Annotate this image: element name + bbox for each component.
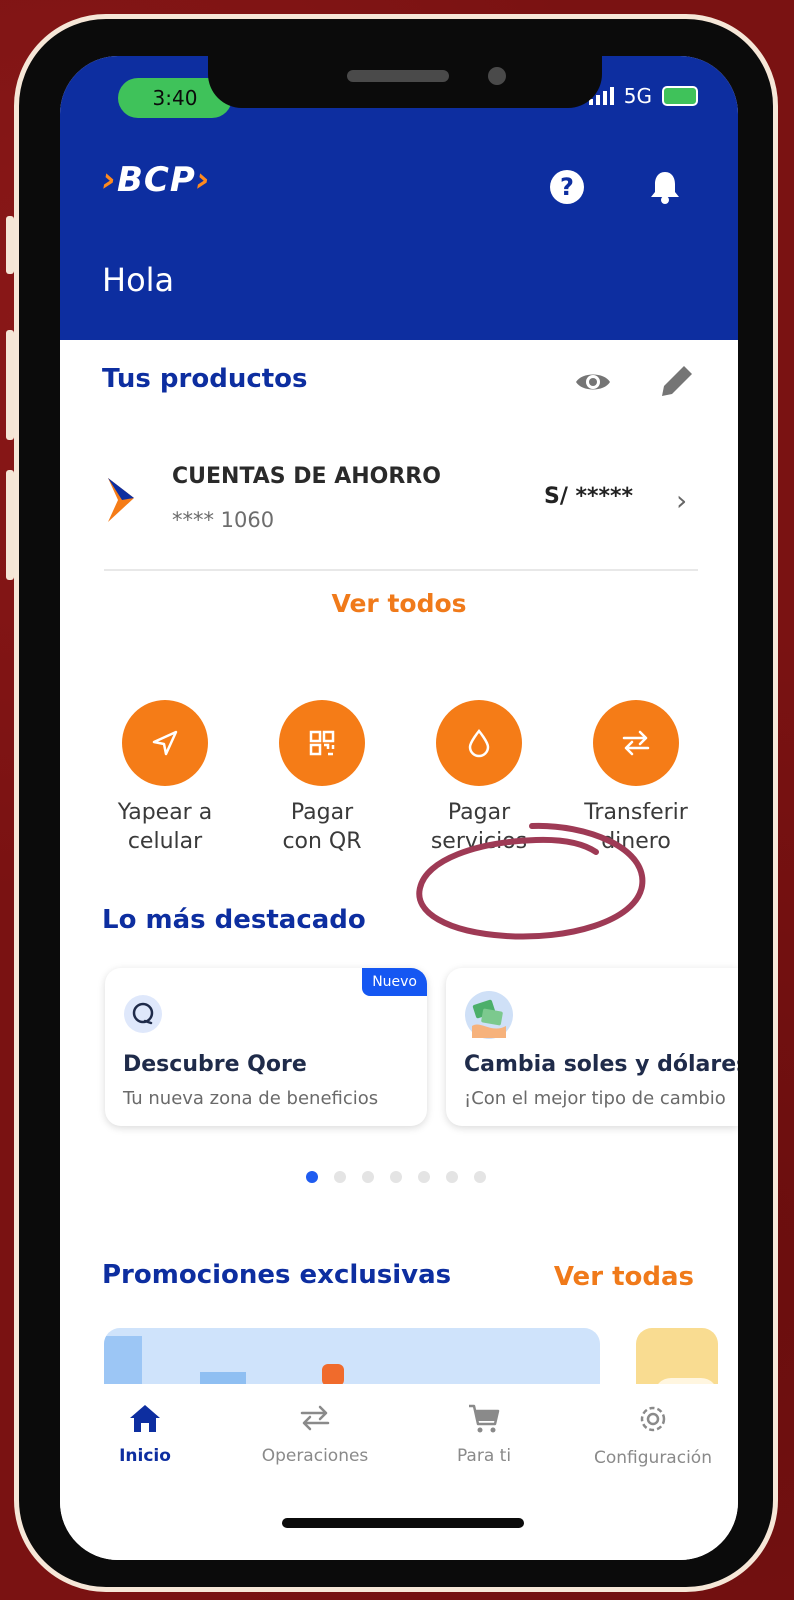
account-number: **** 1060 [172, 508, 275, 532]
battery-icon [662, 86, 698, 106]
pagination-dot-active[interactable] [306, 1171, 318, 1183]
tab-configuracion[interactable]: Configuración [578, 1402, 728, 1468]
transfer-icon [593, 700, 679, 786]
pencil-icon [662, 366, 692, 396]
pagination-dot[interactable] [474, 1171, 486, 1183]
edit-products-button[interactable] [658, 362, 694, 404]
notifications-button[interactable] [646, 168, 684, 206]
divider [104, 569, 698, 571]
speaker [347, 70, 449, 82]
action-label: celular [127, 829, 203, 854]
highlight-card[interactable]: Cambia soles y dólares ¡Con el mejor tip… [446, 968, 738, 1126]
side-button [6, 330, 14, 440]
tab-label: Inicio [119, 1446, 171, 1466]
products-title: Tus productos [102, 364, 308, 394]
action-label: con QR [282, 829, 362, 854]
card-title: Cambia soles y dólares [464, 1052, 738, 1077]
status-indicators: 5G [588, 84, 698, 108]
gear-icon [640, 1406, 666, 1432]
exchange-money-icon [465, 991, 513, 1039]
card-subtitle: ¡Con el mejor tipo de cambio [464, 1088, 726, 1109]
action-pagar-qr[interactable]: Pagar con QR [246, 700, 398, 856]
view-all-products-link[interactable]: Ver todos [60, 589, 738, 618]
eye-icon [576, 374, 610, 390]
qr-icon [279, 700, 365, 786]
home-icon [130, 1405, 160, 1432]
bottom-tab-bar: Inicio Operaciones Para ti Configuración [60, 1384, 738, 1560]
camera [488, 67, 506, 85]
bcp-logo: ›BCP› [102, 160, 211, 200]
tab-label: Configuración [594, 1448, 712, 1468]
account-balance: S/ ***** [544, 484, 634, 509]
action-label: Yapear a [117, 800, 213, 825]
action-label: Transferir [584, 800, 688, 825]
action-label: servicios [430, 829, 528, 854]
promotions-title: Promociones exclusivas [102, 1260, 452, 1290]
qore-icon [124, 995, 162, 1033]
greeting: Hola [102, 261, 175, 299]
toggle-visibility-button[interactable] [574, 368, 612, 400]
bcp-chevron-icon [108, 478, 134, 522]
tab-label: Para ti [456, 1446, 512, 1466]
brand-name: BCP [117, 160, 196, 200]
pagination-dot[interactable] [362, 1171, 374, 1183]
bell-icon [651, 172, 679, 204]
drop-icon [436, 700, 522, 786]
action-label: Pagar [290, 800, 354, 825]
action-transferir[interactable]: Transferir dinero [560, 700, 712, 856]
send-icon [122, 700, 208, 786]
action-yapear[interactable]: Yapear a celular [89, 700, 241, 856]
tab-operaciones[interactable]: Operaciones [240, 1402, 390, 1466]
action-label: Pagar [447, 800, 511, 825]
view-all-promotions-link[interactable]: Ver todas [554, 1262, 694, 1292]
svg-text:?: ? [560, 173, 574, 201]
highlights-title: Lo más destacado [102, 905, 366, 935]
pagination-dot[interactable] [334, 1171, 346, 1183]
pagination-dot[interactable] [418, 1171, 430, 1183]
highlight-card[interactable]: Nuevo Descubre Qore Tu nueva zona de ben… [105, 968, 427, 1126]
pagination-dot[interactable] [390, 1171, 402, 1183]
tab-label: Operaciones [261, 1446, 369, 1466]
side-button [6, 216, 14, 274]
tab-para-ti[interactable]: Para ti [409, 1402, 559, 1466]
promo-graphic [322, 1364, 344, 1386]
phone-notch [208, 56, 602, 108]
card-subtitle: Tu nueva zona de beneficios [123, 1088, 379, 1109]
carousel-pagination[interactable] [306, 1171, 486, 1183]
account-name: CUENTAS DE AHORRO [172, 464, 441, 489]
side-button [6, 470, 14, 580]
cart-icon [469, 1404, 500, 1433]
action-pagar-servicios[interactable]: Pagar servicios [403, 700, 555, 856]
app-screen: 3:40 5G ›BCP› ? Hola Tus productos CUENT… [60, 56, 738, 1560]
new-badge: Nuevo [362, 968, 427, 996]
pagination-dot[interactable] [446, 1171, 458, 1183]
action-label: dinero [601, 829, 671, 854]
chevron-right-icon: › [676, 484, 688, 517]
help-button[interactable]: ? [548, 168, 586, 206]
network-label: 5G [623, 84, 652, 108]
home-indicator[interactable] [282, 1518, 524, 1528]
tab-inicio[interactable]: Inicio [70, 1402, 220, 1466]
help-icon: ? [550, 170, 584, 204]
swap-icon [300, 1405, 330, 1431]
card-title: Descubre Qore [123, 1052, 307, 1077]
